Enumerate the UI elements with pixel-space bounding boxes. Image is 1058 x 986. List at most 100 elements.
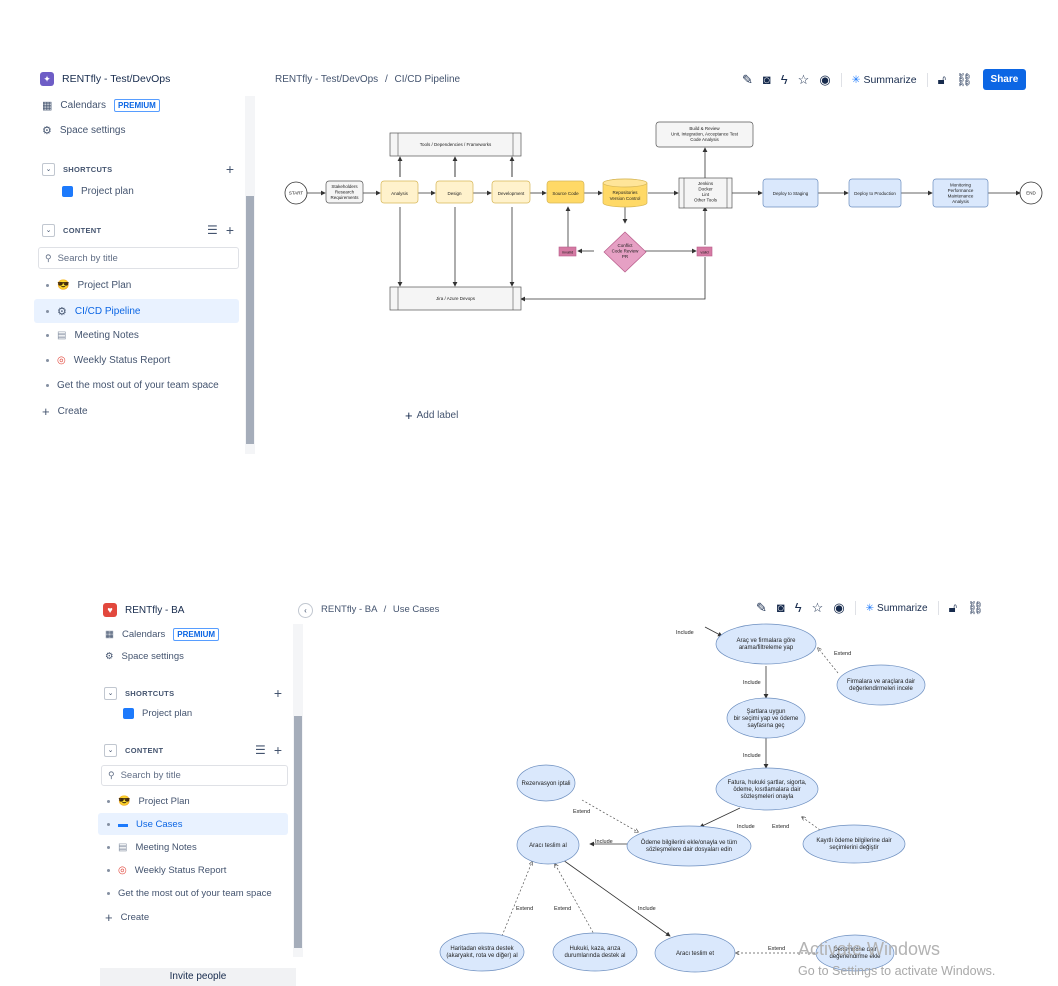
extend-label: Extend bbox=[768, 946, 785, 952]
content-item[interactable]: ▤ Meeting Notes bbox=[46, 330, 139, 341]
comment-icon[interactable]: ◙ bbox=[777, 601, 785, 615]
activate-windows-title: Activate Windows bbox=[798, 939, 941, 959]
shortcuts-header[interactable]: ⌄ SHORTCUTS + bbox=[104, 685, 282, 701]
usecase-text: (akaryakıt, rota ve diğer) al bbox=[446, 953, 517, 959]
star-icon[interactable]: ☆ bbox=[798, 72, 810, 87]
deploy-staging-label: Deploy to Staging bbox=[773, 191, 809, 196]
content-header[interactable]: ⌄ CONTENT ☰ + bbox=[104, 742, 282, 758]
sidebar-scrollbar[interactable] bbox=[245, 96, 255, 454]
filter-icon[interactable]: ☰ bbox=[255, 743, 266, 757]
link-icon[interactable]: ⛓ bbox=[956, 72, 973, 87]
analysis-node: Analysis bbox=[380, 180, 419, 204]
lightning-icon[interactable]: ϟ bbox=[795, 601, 802, 615]
content-item[interactable]: 😎 Project Plan bbox=[107, 796, 190, 807]
sidebar-item-space-settings[interactable]: ⚙ Space settings bbox=[42, 124, 125, 137]
sparkle-icon: ✳ bbox=[865, 602, 875, 614]
search-input[interactable]: ⚲ Search by title bbox=[38, 247, 239, 269]
comment-icon[interactable]: ◙ bbox=[763, 72, 771, 87]
search-placeholder: Search by title bbox=[120, 770, 181, 781]
invite-people-button[interactable]: Invite people bbox=[100, 968, 296, 986]
usecase-ellipse bbox=[836, 664, 926, 706]
space-title: RENTfly - BA bbox=[125, 604, 185, 616]
content-item-active[interactable]: ⚙ CI/CD Pipeline bbox=[46, 305, 140, 318]
content-item[interactable]: Get the most out of your team space bbox=[107, 888, 272, 899]
unlock-icon[interactable]: 🔓︎ bbox=[938, 72, 946, 87]
sidebar-scrollbar[interactable] bbox=[293, 624, 303, 957]
usecase-text: Kayıtlı ödeme bilgilerine dair bbox=[816, 838, 891, 844]
chevron-down-icon[interactable]: ⌄ bbox=[42, 223, 55, 237]
link-icon[interactable]: ⛓ bbox=[967, 601, 984, 615]
shortcuts-header[interactable]: ⌄ SHORTCUTS + bbox=[42, 161, 234, 177]
breadcrumb-space[interactable]: RENTfly - Test/DevOps bbox=[275, 74, 378, 85]
gear-icon: ⚙ bbox=[57, 306, 67, 318]
include-label: Include bbox=[595, 839, 613, 845]
page-toolbar: ✎ ◙ ϟ ☆ ◉ ✳ Summarize 🔓︎ ⛓ Share bbox=[742, 69, 1027, 90]
add-shortcut-icon[interactable]: + bbox=[274, 685, 282, 701]
content-item[interactable]: ▤ Meeting Notes bbox=[107, 842, 197, 853]
lightning-icon[interactable]: ϟ bbox=[781, 72, 788, 87]
content-item[interactable]: ◎ Weekly Status Report bbox=[46, 355, 170, 366]
content-item-label: Meeting Notes bbox=[74, 330, 139, 341]
collapse-sidebar-icon[interactable]: ‹ bbox=[298, 603, 313, 618]
add-shortcut-icon[interactable]: + bbox=[226, 161, 234, 177]
chevron-down-icon[interactable]: ⌄ bbox=[104, 743, 117, 757]
edit-pencil-icon[interactable]: ✎ bbox=[742, 72, 753, 87]
search-input[interactable]: ⚲ Search by title bbox=[101, 765, 288, 786]
edit-pencil-icon[interactable]: ✎ bbox=[756, 601, 767, 615]
content-item[interactable]: Get the most out of your team space bbox=[46, 380, 219, 391]
use-case-diagram: Include Extend Include Include Extend In… bbox=[439, 623, 926, 973]
sparkle-icon: ✳ bbox=[851, 73, 861, 86]
toolbar-divider bbox=[926, 72, 928, 87]
calendar-icon: ▦ bbox=[42, 100, 53, 112]
filter-icon[interactable]: ☰ bbox=[207, 223, 218, 237]
create-button[interactable]: + Create bbox=[42, 404, 88, 419]
tools-label: Tools / Dependencies / Frameworks bbox=[420, 142, 492, 147]
conflict-line: PR bbox=[622, 254, 629, 259]
content-item[interactable]: 😎 Project Plan bbox=[46, 280, 131, 291]
add-content-icon[interactable]: + bbox=[226, 222, 234, 238]
stakeholders-line: Research bbox=[335, 190, 355, 195]
space-header[interactable]: ♥ RENTfly - BA bbox=[103, 603, 184, 617]
chevron-down-icon[interactable]: ⌄ bbox=[104, 686, 117, 700]
sunglasses-emoji-icon: 😎 bbox=[118, 796, 131, 807]
content-item-active[interactable]: ▬ Use Cases bbox=[107, 819, 182, 830]
shortcut-project-plan[interactable]: Project plan bbox=[123, 708, 192, 719]
sidebar-item-calendars[interactable]: ▦ Calendars PREMIUM bbox=[105, 628, 220, 641]
deploy-production-node: Deploy to Production bbox=[848, 178, 902, 208]
content-item[interactable]: ◎ Weekly Status Report bbox=[107, 865, 226, 876]
unlock-icon[interactable]: 🔓︎ bbox=[949, 601, 957, 615]
eye-icon[interactable]: ◉ bbox=[819, 72, 830, 87]
share-button[interactable]: Share bbox=[982, 69, 1027, 90]
scrollbar-thumb[interactable] bbox=[246, 196, 254, 444]
breadcrumb: RENTfly - Test/DevOps / CI/CD Pipeline bbox=[275, 74, 460, 85]
source-code-label: Source Code bbox=[552, 191, 579, 196]
sidebar-item-calendars[interactable]: ▦ Calendars PREMIUM bbox=[42, 99, 160, 112]
content-header[interactable]: ⌄ CONTENT ☰ + bbox=[42, 222, 234, 238]
breadcrumb-page[interactable]: CI/CD Pipeline bbox=[395, 74, 461, 85]
shortcut-label: Project plan bbox=[142, 708, 193, 719]
breadcrumb-page[interactable]: Use Cases bbox=[393, 604, 439, 615]
summarize-button[interactable]: ✳ Summarize bbox=[852, 74, 917, 86]
extend-label: Extend bbox=[573, 809, 590, 815]
document-icon bbox=[123, 708, 134, 719]
scrollbar-thumb[interactable] bbox=[294, 716, 302, 948]
jenkins-line: Other Tools bbox=[694, 198, 718, 203]
shortcut-project-plan[interactable]: Project plan bbox=[62, 186, 134, 197]
add-content-icon[interactable]: + bbox=[274, 742, 282, 758]
content-item-label: Weekly Status Report bbox=[73, 355, 171, 366]
bullet-icon bbox=[107, 800, 110, 803]
include-label: Include bbox=[737, 824, 755, 830]
summarize-button[interactable]: ✳ Summarize bbox=[866, 603, 928, 614]
breadcrumb-space[interactable]: RENTfly - BA bbox=[321, 604, 377, 615]
usecase-ellipse bbox=[626, 825, 752, 867]
usecase-text: Aracı teslim et bbox=[676, 951, 714, 957]
sidebar-item-space-settings[interactable]: ⚙ Space settings bbox=[105, 651, 184, 662]
star-icon[interactable]: ☆ bbox=[812, 601, 824, 615]
create-button[interactable]: + Create bbox=[105, 910, 149, 925]
space-header[interactable]: ✦ RENTfly - Test/DevOps bbox=[40, 72, 170, 86]
usecase-text: değerlendirmeleri incele bbox=[849, 686, 913, 692]
conflict-node: Conflict Code Review PR bbox=[603, 231, 647, 273]
eye-icon[interactable]: ◉ bbox=[833, 601, 844, 615]
add-label-button[interactable]: + Add label bbox=[405, 408, 458, 423]
chevron-down-icon[interactable]: ⌄ bbox=[42, 162, 55, 176]
